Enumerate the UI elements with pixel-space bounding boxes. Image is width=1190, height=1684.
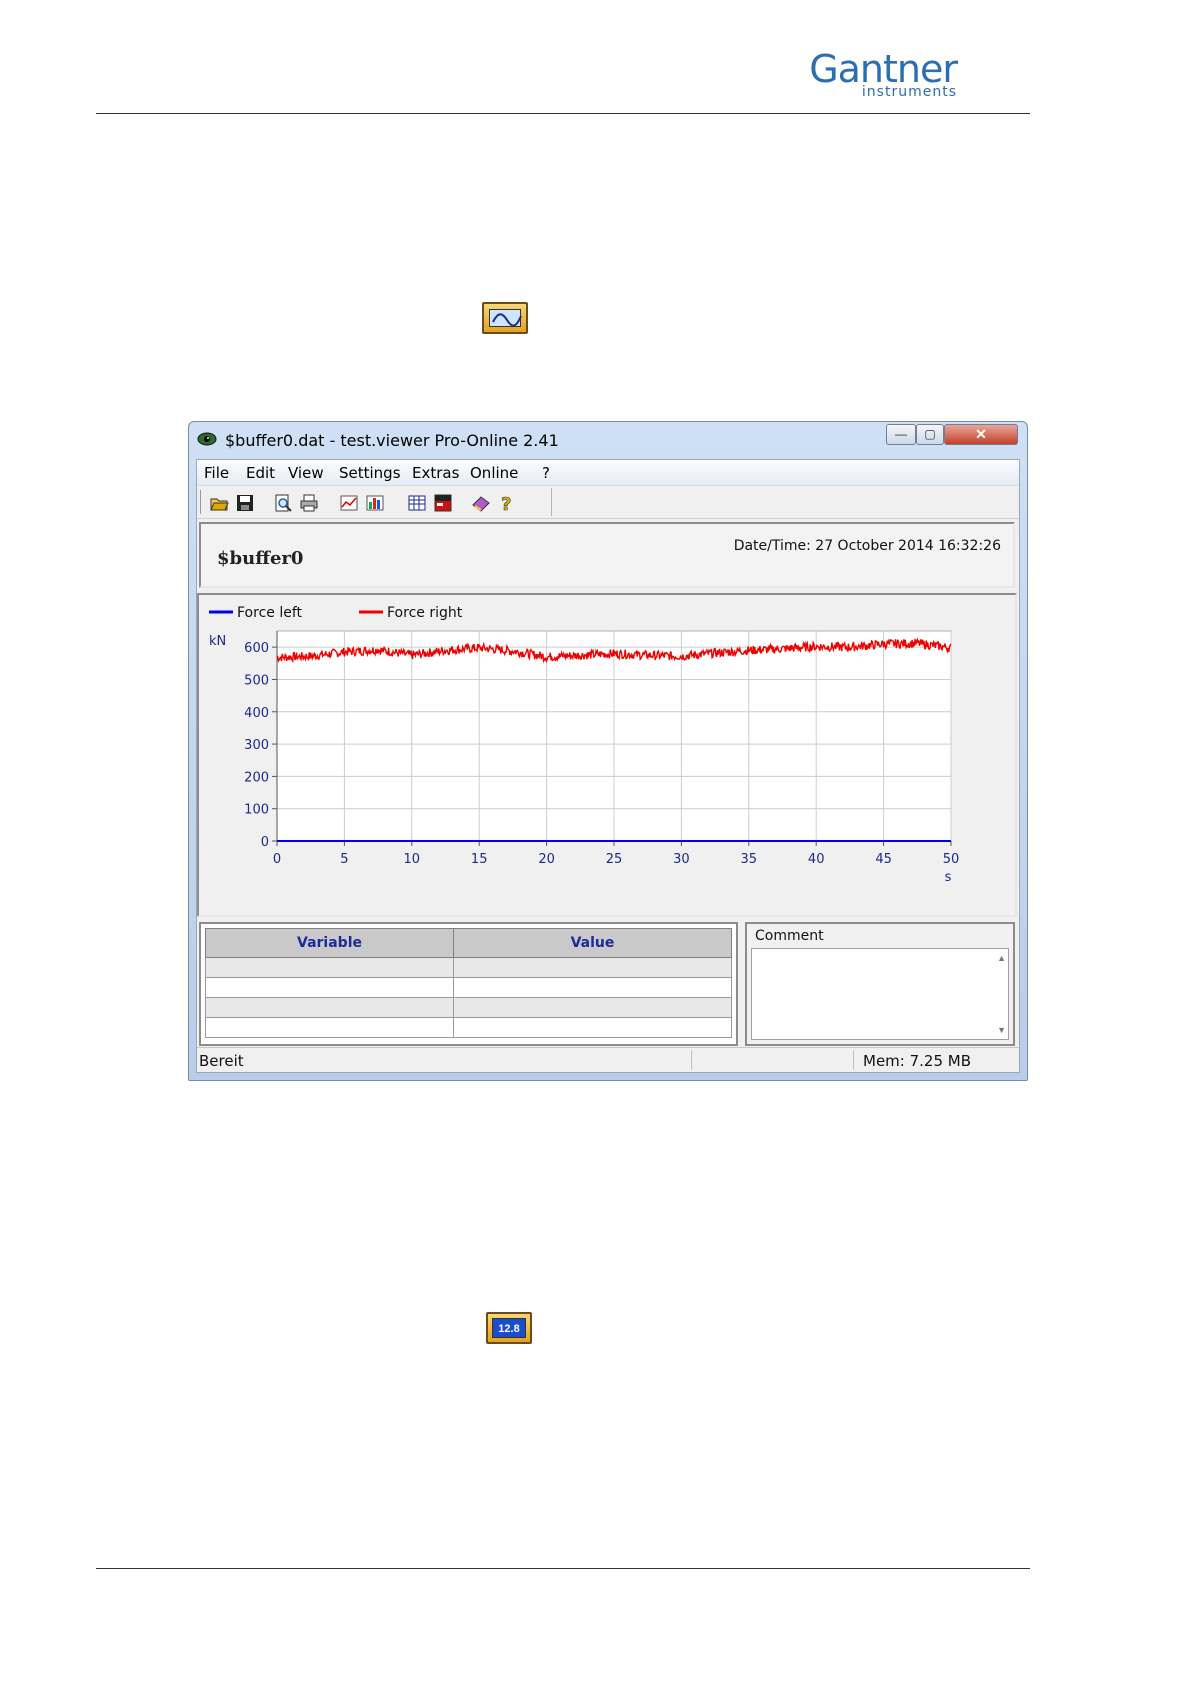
table-row[interactable] [205, 1017, 732, 1038]
table-row[interactable] [205, 957, 732, 978]
book-icon[interactable] [471, 493, 491, 513]
toolbar-separator [551, 488, 552, 516]
y-tick-label: 400 [244, 706, 269, 721]
table-cell[interactable] [205, 997, 454, 1018]
menu-help[interactable]: ? [542, 464, 550, 482]
x-tick-label: 35 [741, 852, 758, 867]
scroll-down-icon[interactable]: ▼ [997, 1025, 1006, 1035]
legend-label: Force right [387, 605, 463, 621]
table-cell[interactable] [453, 997, 732, 1018]
save-icon[interactable] [235, 493, 255, 513]
bar-chart-icon[interactable] [365, 493, 385, 513]
x-tick-label: 5 [340, 852, 348, 867]
print-preview-icon[interactable] [273, 493, 293, 513]
header-panel: $buffer0 Date/Time: 27 October 2014 16:3… [199, 522, 1015, 588]
menu-extras[interactable]: Extras [412, 464, 459, 482]
x-tick-label: 15 [471, 852, 488, 867]
chart-panel[interactable]: 0 5 10 15 20 25 30 35 40 45 50 0 100 200 300 400 500 600 k… [197, 593, 1017, 917]
table-cell[interactable] [453, 977, 732, 998]
table-row[interactable] [205, 997, 732, 1018]
x-axis-label: s [945, 870, 952, 885]
toolbar: ? [197, 486, 1019, 519]
menu-file[interactable]: File [204, 464, 229, 482]
help-icon[interactable]: ? [497, 493, 517, 513]
open-folder-icon[interactable] [209, 493, 229, 513]
table-cell[interactable] [205, 957, 454, 978]
menu-edit[interactable]: Edit [246, 464, 275, 482]
toolbar-grip[interactable] [200, 490, 203, 514]
status-separator [853, 1050, 854, 1070]
table-row[interactable] [205, 977, 732, 998]
x-tick-label: 50 [943, 852, 960, 867]
x-tick-label: 0 [273, 852, 281, 867]
scroll-up-icon[interactable]: ▲ [997, 953, 1006, 963]
memory-status: Mem: 7.25 MB [863, 1052, 972, 1070]
status-bar: Bereit Mem: 7.25 MB [197, 1047, 1019, 1072]
table-cell[interactable] [205, 977, 454, 998]
menu-online[interactable]: Online [470, 464, 518, 482]
x-tick-label: 10 [404, 852, 421, 867]
maximize-button[interactable]: ▢ [916, 424, 944, 445]
report-icon[interactable] [433, 493, 453, 513]
table-icon[interactable] [407, 493, 427, 513]
chart[interactable]: 0 5 10 15 20 25 30 35 40 45 500100200300400500600k… [199, 595, 1019, 915]
table-cell[interactable] [205, 1017, 454, 1038]
y-tick-label: 500 [244, 673, 269, 688]
menu-view[interactable]: View [288, 464, 324, 482]
svg-text:?: ? [501, 494, 511, 513]
x-tick-label: 30 [673, 852, 690, 867]
scope-icon [482, 302, 528, 334]
line-chart-icon[interactable] [339, 493, 359, 513]
y-tick-label: 600 [244, 641, 269, 656]
column-header-value[interactable]: Value [453, 928, 732, 958]
x-tick-label: 25 [606, 852, 623, 867]
status-text: Bereit [199, 1052, 244, 1070]
comment-textarea[interactable]: ▲ ▼ [751, 948, 1009, 1040]
y-tick-label: 300 [244, 738, 269, 753]
variable-table-panel: Variable Value [199, 922, 738, 1046]
brand-name: Gantner [809, 47, 958, 91]
brand-logo: Gantner instruments [809, 47, 958, 100]
variable-table: Variable Value [205, 928, 732, 1038]
comment-label: Comment [755, 928, 824, 944]
menu-bar: File Edit View Settings Extras Online ? [197, 460, 1019, 486]
client-area: File Edit View Settings Extras Online ? [196, 459, 1020, 1073]
y-tick-label: 0 [261, 835, 269, 850]
minimize-button[interactable]: — [886, 424, 916, 445]
window-title: $buffer0.dat - test.viewer Pro-Online 2.… [225, 431, 559, 450]
x-tick-label: 20 [538, 852, 555, 867]
numeric-display-value: 12.8 [492, 1318, 526, 1338]
table-cell[interactable] [453, 1017, 732, 1038]
y-axis-label: kN [209, 634, 226, 649]
title-bar[interactable]: $buffer0.dat - test.viewer Pro-Online 2.… [189, 422, 1027, 458]
status-separator [691, 1050, 692, 1070]
x-tick-label: 45 [875, 852, 892, 867]
eye-icon [197, 432, 217, 446]
column-header-variable[interactable]: Variable [205, 928, 454, 958]
y-tick-label: 100 [244, 803, 269, 818]
print-icon[interactable] [299, 493, 319, 513]
menu-settings[interactable]: Settings [339, 464, 401, 482]
numeric-display-icon: 12.8 [486, 1312, 532, 1344]
app-window: $buffer0.dat - test.viewer Pro-Online 2.… [188, 421, 1028, 1081]
table-cell[interactable] [453, 957, 732, 978]
y-tick-label: 200 [244, 770, 269, 785]
buffer-name: $buffer0 [217, 548, 304, 569]
comment-panel: Comment ▲ ▼ [745, 922, 1015, 1046]
x-tick-label: 40 [808, 852, 825, 867]
top-rule [96, 113, 1030, 114]
bottom-rule [96, 1568, 1030, 1569]
datetime-label: Date/Time: 27 October 2014 16:32:26 [733, 538, 1001, 554]
close-button[interactable]: ✕ [944, 424, 1018, 445]
legend-label: Force left [237, 605, 303, 621]
